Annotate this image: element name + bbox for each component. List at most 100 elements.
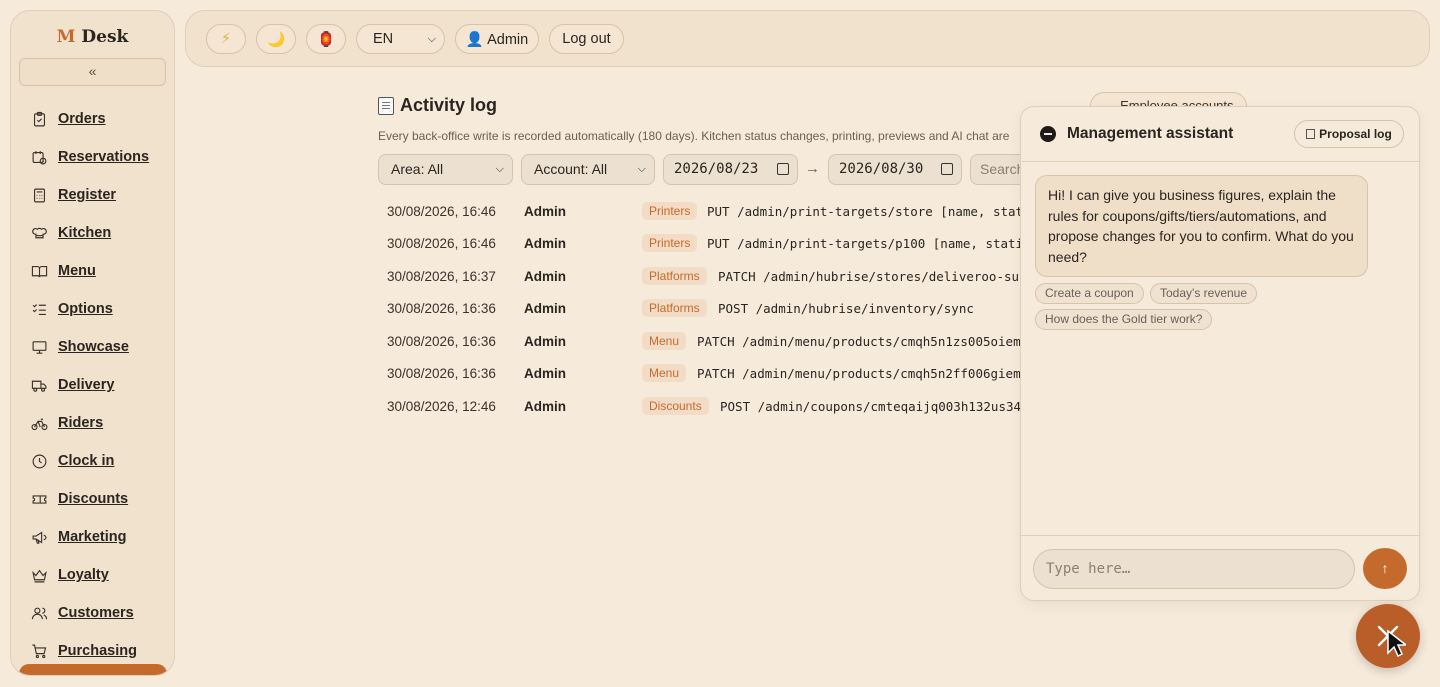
sidebar-item-customers[interactable]: Customers [11, 594, 174, 632]
moon-icon: 🌙 [266, 31, 286, 48]
sidebar-nav: Orders Reservations Register Kitchen Men… [11, 100, 174, 670]
row-timestamp: 30/08/2026, 12:46 [387, 398, 496, 414]
message-input[interactable]: Type here… [1033, 549, 1355, 589]
sidebar-item-clock-in[interactable]: Clock in [11, 442, 174, 480]
app-logo[interactable]: M Desk [11, 27, 174, 47]
logo-mark: M [56, 27, 76, 47]
table-row[interactable]: 30/08/2026, 16:37 Admin Platforms PATCH … [378, 260, 1020, 292]
calendar-icon[interactable] [777, 163, 789, 175]
collapse-sidebar-button[interactable]: « [19, 58, 166, 86]
table-row[interactable]: 30/08/2026, 16:46 Admin Printers PUT /ad… [378, 195, 1020, 227]
assistant-panel: Management assistant Proposal log Hi! I … [1020, 106, 1420, 601]
sidebar-item-options[interactable]: Options [11, 290, 174, 328]
row-request: PUT /admin/print-targets/p100 [name, sta… [707, 235, 1020, 251]
row-timestamp: 30/08/2026, 16:36 [387, 333, 496, 349]
sidebar-item-register[interactable]: Register [11, 176, 174, 214]
language-select[interactable]: EN ⌵ [356, 24, 445, 54]
assistant-title: Management assistant [1067, 125, 1234, 142]
sidebar-item-label: Orders [58, 111, 106, 127]
sidebar-item-label: Purchasing [58, 643, 137, 659]
lightning-icon: ⚡ [220, 31, 232, 47]
sidebar-item-label: Showcase [58, 339, 129, 355]
sidebar-item-riders[interactable]: Riders [11, 404, 174, 442]
sidebar-item-menu[interactable]: Menu [11, 252, 174, 290]
user-menu-button[interactable]: 👤 Admin [455, 24, 539, 54]
area-filter-select[interactable]: Area: All ⌵ [378, 154, 513, 185]
sidebar-item-loyalty[interactable]: Loyalty [11, 556, 174, 594]
sidebar-item-active-highlight[interactable] [19, 664, 167, 675]
logout-label: Log out [562, 31, 611, 47]
calendar-icon[interactable] [941, 163, 953, 175]
page-title-text: Activity log [400, 95, 498, 115]
row-account: Admin [524, 203, 566, 219]
row-area-badge: Discounts [642, 397, 709, 415]
logo-text: Desk [75, 27, 129, 47]
page-subtitle: Every back-office write is recorded auto… [378, 129, 1010, 143]
calculator-icon [33, 188, 46, 202]
list-checks-icon [32, 303, 46, 315]
row-request: PATCH /admin/hubrise/stores/deliveroo-su… [718, 268, 1020, 284]
sidebar-item-label: Delivery [58, 377, 115, 393]
row-account: Admin [524, 300, 566, 316]
sidebar-item-label: Customers [58, 605, 134, 621]
row-timestamp: 30/08/2026, 16:46 [387, 235, 496, 251]
chef-hat-icon [32, 227, 47, 238]
sidebar-item-label: Riders [58, 415, 104, 431]
sidebar-item-discounts[interactable]: Discounts [11, 480, 174, 518]
suggestion-chip[interactable]: Create a coupon [1035, 283, 1144, 304]
clock-icon [32, 454, 47, 468]
logout-button[interactable]: Log out [549, 24, 624, 54]
document-icon [1306, 129, 1316, 139]
sidebar-item-orders[interactable]: Orders [11, 100, 174, 138]
row-request: PUT /admin/print-targets/store [name, st… [707, 203, 1020, 219]
theme-button[interactable]: 🏮 [306, 24, 346, 54]
row-timestamp: 30/08/2026, 16:36 [387, 365, 496, 381]
assistant-composer: Type here… ↑ [1021, 535, 1419, 600]
row-area-badge: Menu [642, 364, 687, 382]
sidebar-item-label: Loyalty [58, 567, 109, 583]
sidebar-item-label: Clock in [58, 453, 115, 469]
sidebar-item-label: Reservations [58, 149, 150, 165]
date-from-input[interactable]: 2026/08/23 [663, 154, 798, 185]
date-from-value: 2026/08/23 [674, 161, 759, 177]
sidebar-item-delivery[interactable]: Delivery [11, 366, 174, 404]
sidebar-item-label: Kitchen [58, 225, 112, 241]
sidebar-item-kitchen[interactable]: Kitchen [11, 214, 174, 252]
sidebar-item-marketing[interactable]: Marketing [11, 518, 174, 556]
mouse-cursor-icon [1387, 629, 1406, 658]
book-open-icon [31, 265, 48, 277]
proposal-log-button[interactable]: Proposal log [1294, 120, 1404, 148]
date-to-input[interactable]: 2026/08/30 [828, 154, 962, 185]
suggestion-chip[interactable]: Today's revenue [1150, 283, 1258, 304]
flash-button[interactable]: ⚡ [206, 24, 246, 54]
row-account: Admin [524, 333, 566, 349]
account-filter-select[interactable]: Account: All ⌵ [521, 154, 655, 185]
calendar-clock-icon [32, 150, 47, 164]
row-area-badge: Platforms [642, 299, 707, 317]
assistant-message: Hi! I can give you business figures, exp… [1035, 175, 1368, 277]
top-bar: ⚡ 🌙 🏮 EN ⌵ 👤 Admin Log out [185, 10, 1430, 67]
cart-icon [32, 644, 47, 658]
row-account: Admin [524, 235, 566, 251]
table-row[interactable]: 30/08/2026, 16:46 Admin Printers PUT /ad… [378, 227, 1020, 259]
date-to-value: 2026/08/30 [839, 161, 924, 177]
chevron-down-icon: ⌵ [495, 163, 504, 175]
table-row[interactable]: 30/08/2026, 16:36 Admin Menu PATCH /admi… [378, 325, 1020, 357]
sidebar-item-showcase[interactable]: Showcase [11, 328, 174, 366]
row-area-badge: Platforms [642, 267, 707, 285]
suggestion-chip[interactable]: How does the Gold tier work? [1035, 309, 1213, 330]
sidebar-item-reservations[interactable]: Reservations [11, 138, 174, 176]
table-row[interactable]: 30/08/2026, 16:36 Admin Menu PATCH /admi… [378, 357, 1020, 389]
assistant-header: Management assistant Proposal log [1021, 107, 1419, 162]
account-filter-value: Account: All [534, 161, 608, 177]
dark-mode-button[interactable]: 🌙 [256, 24, 296, 54]
row-account: Admin [524, 365, 566, 381]
table-row[interactable]: 30/08/2026, 16:36 Admin Platforms POST /… [378, 292, 1020, 324]
row-request: POST /admin/coupons/cmteqaijq003h132us34… [720, 398, 1020, 414]
row-account: Admin [524, 268, 566, 284]
clipboard-check-icon [33, 111, 46, 126]
table-row[interactable]: 30/08/2026, 12:46 Admin Discounts POST /… [378, 390, 1020, 422]
chevron-down-icon: ⌵ [637, 163, 646, 175]
send-button[interactable]: ↑ [1363, 548, 1407, 589]
arrow-up-icon: ↑ [1381, 560, 1389, 576]
